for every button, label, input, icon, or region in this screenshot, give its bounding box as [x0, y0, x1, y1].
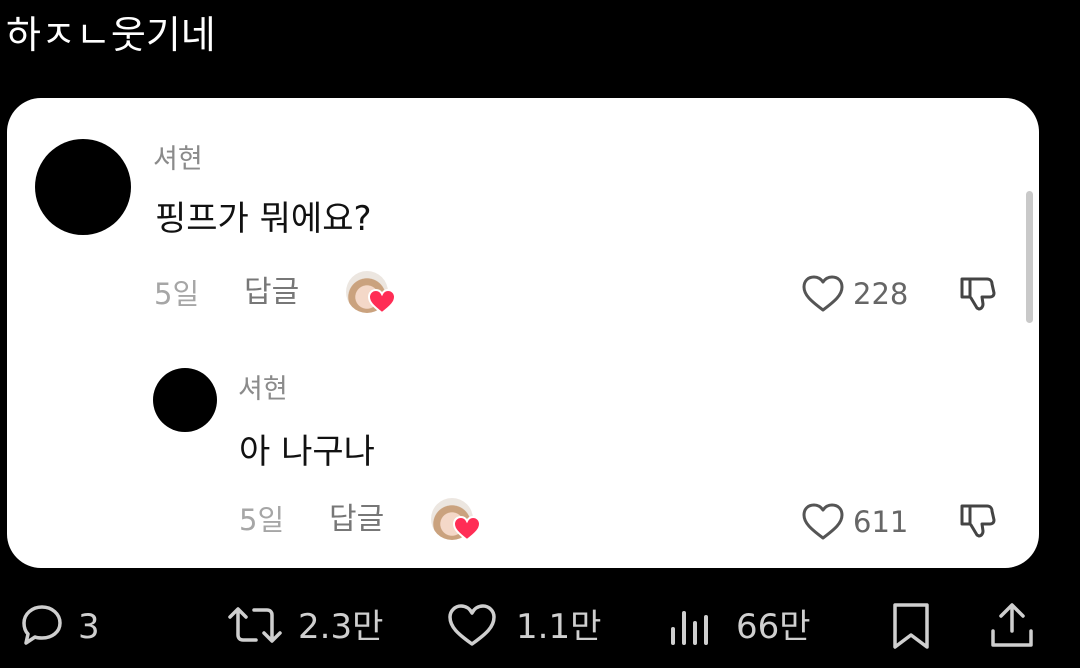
like-button[interactable]: 611	[801, 502, 911, 542]
reply-button[interactable]: 답글	[244, 276, 299, 310]
creator-liked-badge	[431, 498, 481, 542]
avatar[interactable]	[153, 368, 217, 432]
heart-icon	[453, 516, 481, 542]
comment-username[interactable]: 셔현	[153, 143, 203, 177]
comment-text: 핑프가 뭐에요?	[155, 199, 372, 239]
dislike-icon[interactable]	[959, 500, 999, 540]
scrollbar[interactable]	[1026, 191, 1033, 323]
repost-action[interactable]: 2.3만	[226, 600, 396, 654]
creator-liked-badge	[346, 271, 396, 315]
reply-count: 3	[78, 607, 100, 647]
heart-outline-icon	[802, 503, 844, 540]
post-text: 하ㅈㄴ웃기네	[6, 13, 216, 57]
avatar[interactable]	[35, 139, 131, 235]
reply-action[interactable]: 3	[20, 600, 110, 654]
repost-count: 2.3만	[298, 607, 384, 647]
comment-text: 아 나구나	[239, 432, 375, 472]
like-count: 228	[853, 277, 909, 311]
like-count: 1.1만	[516, 607, 602, 647]
comment-time: 5일	[154, 277, 200, 311]
reply-button[interactable]: 답글	[329, 503, 384, 537]
bookmark-icon[interactable]	[889, 601, 933, 651]
like-count: 611	[853, 505, 909, 539]
reply-icon	[22, 605, 62, 645]
comment-username[interactable]: 셔현	[238, 373, 288, 407]
like-button[interactable]: 228	[801, 274, 921, 314]
like-action[interactable]: 1.1만	[446, 600, 601, 654]
comment-card: 셔현 핑프가 뭐에요? 5일 답글 228 셔현 아 나구나 5일 답글 611	[7, 98, 1039, 568]
share-icon[interactable]	[988, 601, 1036, 651]
repost-icon	[228, 607, 282, 643]
bar-chart-icon	[671, 611, 708, 645]
heart-outline-icon	[448, 604, 496, 646]
heart-icon	[368, 289, 396, 315]
view-count: 66만	[736, 607, 811, 647]
heart-outline-icon	[802, 275, 844, 312]
dislike-icon[interactable]	[959, 273, 999, 313]
comment-time: 5일	[239, 503, 285, 537]
views-action[interactable]: 66만	[668, 600, 828, 654]
